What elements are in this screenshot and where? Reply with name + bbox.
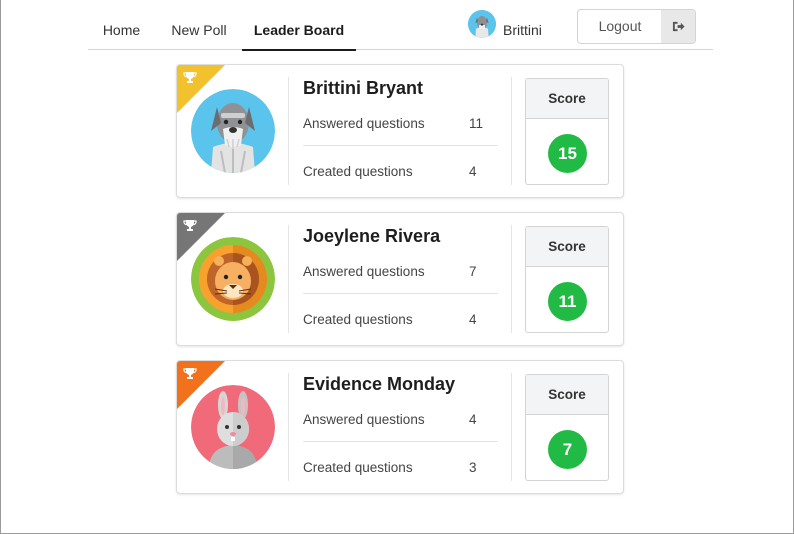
trophy-icon bbox=[183, 368, 197, 379]
user-name: Brittini bbox=[503, 22, 542, 38]
schnauzer-dog-icon bbox=[468, 10, 496, 38]
answered-count: 11 bbox=[469, 116, 484, 131]
logout-label: Logout bbox=[598, 18, 642, 34]
stat-divider bbox=[303, 441, 498, 442]
card-divider bbox=[511, 373, 512, 481]
answered-label: Answered questions bbox=[303, 264, 425, 279]
leaderboard-card: Evidence Monday Answered questions 4 Cre… bbox=[176, 360, 624, 494]
user-full-name: Evidence Monday bbox=[303, 374, 456, 394]
card-divider bbox=[511, 225, 512, 333]
score-box: Score 15 bbox=[525, 78, 609, 185]
created-label: Created questions bbox=[303, 460, 413, 475]
score-header: Score bbox=[526, 79, 608, 119]
score-box: Score 7 bbox=[525, 374, 609, 481]
stat-divider bbox=[303, 293, 498, 294]
created-count: 3 bbox=[469, 460, 477, 475]
score-badge: 11 bbox=[548, 282, 587, 321]
created-label: Created questions bbox=[303, 312, 413, 327]
lion-avatar bbox=[191, 237, 275, 321]
answered-label: Answered questions bbox=[303, 412, 425, 427]
nav-home[interactable]: Home bbox=[88, 0, 155, 50]
created-count: 4 bbox=[469, 164, 477, 179]
card-divider bbox=[288, 225, 289, 333]
trophy-icon bbox=[183, 220, 197, 231]
answered-label: Answered questions bbox=[303, 116, 425, 131]
rabbit-avatar bbox=[191, 385, 275, 469]
user-full-name: Joeylene Rivera bbox=[303, 226, 441, 246]
top-nav: Home New Poll Leader Board Brittini Logo… bbox=[88, 0, 713, 51]
user-avatar bbox=[468, 10, 496, 38]
user-full-name: Brittini Bryant bbox=[303, 78, 424, 98]
trophy-icon bbox=[183, 72, 197, 83]
card-divider bbox=[288, 77, 289, 185]
score-header: Score bbox=[526, 375, 608, 415]
score-header: Score bbox=[526, 227, 608, 267]
stat-divider bbox=[303, 145, 498, 146]
logout-button[interactable]: Logout bbox=[577, 9, 696, 44]
schnauzer-dog-avatar bbox=[191, 89, 275, 173]
nav-leader-board[interactable]: Leader Board bbox=[242, 0, 356, 51]
score-badge: 7 bbox=[548, 430, 587, 469]
created-count: 4 bbox=[469, 312, 477, 327]
answered-count: 7 bbox=[469, 264, 477, 279]
leaderboard-card: Joeylene Rivera Answered questions 7 Cre… bbox=[176, 212, 624, 346]
card-divider bbox=[511, 77, 512, 185]
answered-count: 4 bbox=[469, 412, 477, 427]
created-label: Created questions bbox=[303, 164, 413, 179]
card-divider bbox=[288, 373, 289, 481]
sign-out-icon bbox=[661, 10, 695, 43]
score-box: Score 11 bbox=[525, 226, 609, 333]
leaderboard-card: Brittini Bryant Answered questions 11 Cr… bbox=[176, 64, 624, 198]
score-badge: 15 bbox=[548, 134, 587, 173]
nav-new-poll[interactable]: New Poll bbox=[160, 0, 238, 50]
